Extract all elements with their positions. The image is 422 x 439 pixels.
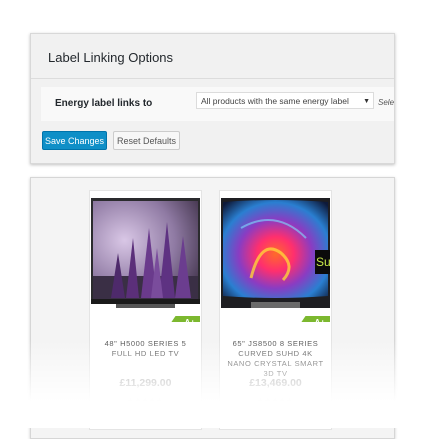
tv-image-icon: Su bbox=[221, 198, 330, 308]
trailing-text: Sele bbox=[378, 98, 395, 107]
product-title[interactable]: 65" JS8500 8 Series Curved SUHD 4K Nano … bbox=[225, 339, 326, 379]
settings-panel: Label Linking Options Energy label links… bbox=[30, 33, 395, 164]
product-card[interactable]: A+ 48" H5000 Series 5 Full HD LED TV £11… bbox=[89, 190, 202, 430]
product-price: £11,299.00 bbox=[119, 377, 172, 389]
save-changes-button[interactable]: Save Changes bbox=[42, 131, 107, 150]
setting-row-energy-label: Energy label links to All products with … bbox=[41, 87, 394, 121]
chevron-down-icon: ▼ bbox=[363, 98, 370, 105]
energy-label-links-label: Energy label links to bbox=[55, 98, 153, 109]
svg-text:Su: Su bbox=[316, 255, 330, 269]
product-title[interactable]: 48" H5000 Series 5 Full HD LED TV bbox=[95, 339, 196, 359]
product-price: £13,469.00 bbox=[249, 377, 302, 389]
panel-title: Label Linking Options bbox=[48, 50, 174, 65]
product-image[interactable]: A+ bbox=[91, 198, 200, 322]
rating-stars-icon: ★★★★★ bbox=[127, 398, 164, 405]
product-image[interactable]: Su A+ bbox=[221, 198, 330, 322]
product-grid: A+ 48" H5000 Series 5 Full HD LED TV £11… bbox=[30, 177, 395, 439]
select-value: All products with the same energy label bbox=[201, 96, 349, 106]
divider bbox=[31, 78, 394, 79]
rating-stars-icon: ★★★★★ bbox=[257, 398, 294, 405]
product-card[interactable]: Su A+ 65" JS8500 8 Series Curved SUHD 4K… bbox=[219, 190, 332, 430]
tv-image-icon bbox=[91, 198, 200, 308]
energy-label-links-select[interactable]: All products with the same energy label … bbox=[196, 92, 374, 109]
reset-defaults-button[interactable]: Reset Defaults bbox=[113, 131, 180, 150]
